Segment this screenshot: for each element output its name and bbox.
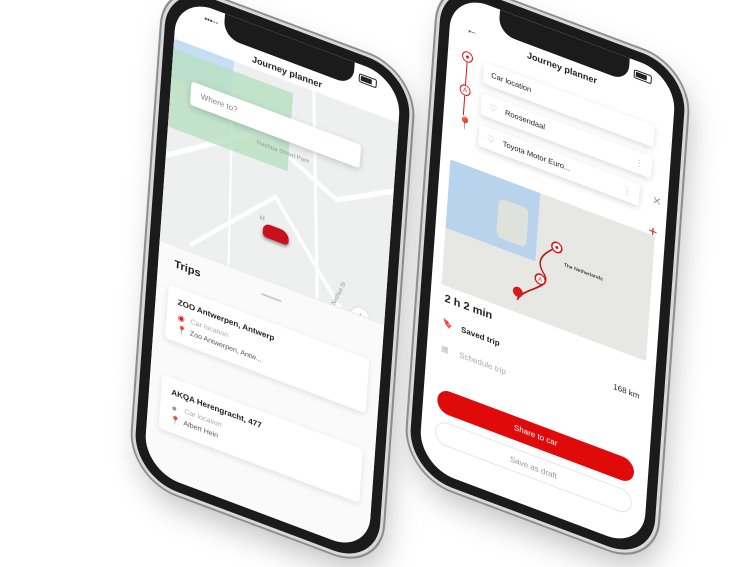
- stop-label: Roosendaal: [504, 107, 546, 132]
- close-icon[interactable]: ✕: [652, 193, 662, 209]
- bookmark-icon: 🔖: [442, 318, 454, 331]
- dot-icon: [172, 405, 177, 412]
- screen: ← Journey planner A 📍 Car location ♡ Roo…: [418, 0, 677, 550]
- calendar-icon: ▦: [440, 343, 449, 356]
- pin-icon: 📍: [176, 324, 188, 337]
- trip-from: Car location: [172, 405, 351, 477]
- phone-journey-planner-route: ← Journey planner A 📍 Car location ♡ Roo…: [407, 0, 688, 563]
- sheet-handle[interactable]: [260, 292, 281, 303]
- pin-icon: ◉: [177, 312, 186, 325]
- status-signal: •••◦◦: [203, 13, 219, 28]
- heart-icon[interactable]: ♡: [488, 96, 498, 121]
- route-line: [462, 95, 466, 116]
- heart-icon[interactable]: ♡: [486, 127, 496, 152]
- kebab-icon[interactable]: ⋮: [634, 151, 645, 176]
- saved-trip-label: Saved trip: [460, 324, 500, 349]
- kebab-icon[interactable]: ⋮: [622, 178, 633, 203]
- route-line: [464, 62, 468, 86]
- battery-icon: [633, 68, 653, 85]
- stop-label: Car location: [490, 70, 532, 95]
- trip-distance: 168 km: [612, 382, 640, 401]
- battery-icon: [358, 72, 378, 89]
- trips-heading: Trips: [173, 258, 202, 280]
- trip-from: ◉ Car location: [177, 313, 358, 388]
- pin-icon: 📍: [170, 414, 181, 427]
- phone-journey-planner-map: •••◦◦ Journey planner Where to? Nashua S…: [132, 0, 413, 567]
- screen: •••◦◦ Journey planner Where to? Nashua S…: [143, 0, 402, 554]
